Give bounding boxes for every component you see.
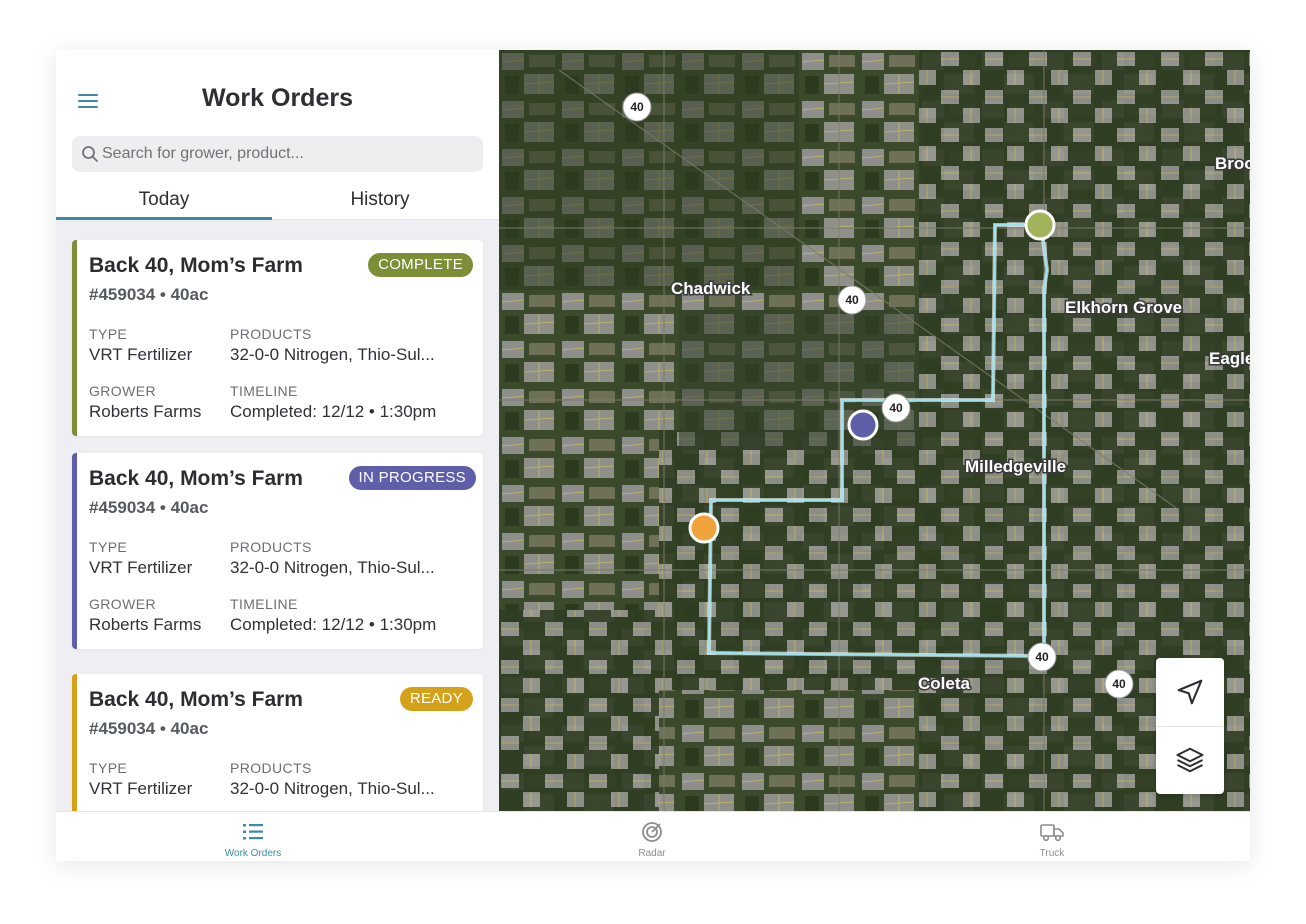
truck-icon — [1040, 824, 1064, 842]
svg-text:40: 40 — [889, 401, 903, 415]
grower-value: Roberts Farms — [89, 402, 202, 421]
type-value: VRT Fertilizer — [89, 779, 193, 798]
type-value: VRT Fertilizer — [89, 345, 193, 364]
radar-icon — [642, 822, 662, 842]
locate-icon — [1177, 679, 1203, 705]
work-order-card-ready[interactable]: Back 40, Mom’s Farm READY #459034 • 40ac… — [72, 674, 483, 811]
grower-value: Roberts Farms — [89, 615, 202, 634]
complete-marker[interactable] — [1024, 209, 1056, 241]
timeline-label: TIMELINE — [230, 596, 298, 612]
products-label: PRODUCTS — [230, 539, 312, 555]
order-number: #459034 • 40ac — [89, 719, 209, 738]
grower-label: GROWER — [89, 596, 156, 612]
nav-label: Radar — [638, 848, 666, 859]
timeline-value: Completed: 12/12 • 1:30pm — [230, 615, 437, 634]
search-bar[interactable] — [72, 136, 483, 172]
nav-truck[interactable]: Truck — [952, 812, 1152, 861]
tab-today[interactable]: Today — [56, 180, 272, 220]
nav-label: Work Orders — [224, 848, 282, 859]
svg-text:40: 40 — [630, 100, 644, 114]
in-progress-marker[interactable] — [847, 409, 879, 441]
products-value: 32-0-0 Nitrogen, Thio-Sul... — [230, 558, 435, 577]
card-title: Back 40, Mom’s Farm — [89, 467, 303, 490]
satellite-map[interactable]: Chadwick Elkhorn Grove Eagle Brook Mille… — [499, 50, 1250, 811]
status-badge: COMPLETE — [368, 253, 473, 277]
products-value: 32-0-0 Nitrogen, Thio-Sul... — [230, 779, 435, 798]
nav-label: Truck — [1039, 848, 1065, 859]
layers-icon — [1176, 747, 1204, 773]
work-order-card-complete[interactable]: Back 40, Mom’s Farm COMPLETE #459034 • 4… — [72, 240, 483, 436]
status-badge: IN PROGRESS — [348, 466, 476, 490]
svg-text:40: 40 — [1035, 650, 1049, 664]
search-icon — [82, 146, 98, 162]
town-label-eagle: Eagle — [1209, 349, 1250, 368]
search-input[interactable] — [102, 136, 472, 172]
route-shield: 40 — [1027, 642, 1057, 672]
timeline-label: TIMELINE — [230, 383, 298, 399]
status-stripe — [72, 674, 77, 811]
route-shield: 40 — [837, 285, 867, 315]
order-number: #459034 • 40ac — [89, 285, 209, 304]
work-orders-panel: Work Orders Today History Back 40, Mom’s… — [56, 50, 499, 811]
order-number: #459034 • 40ac — [89, 498, 209, 517]
town-label-milledgeville: Milledgeville — [965, 457, 1066, 476]
tab-history[interactable]: History — [272, 180, 488, 220]
products-label: PRODUCTS — [230, 760, 312, 776]
status-stripe — [72, 240, 77, 436]
svg-text:40: 40 — [1112, 677, 1126, 691]
type-label: TYPE — [89, 539, 128, 555]
locate-button[interactable] — [1156, 658, 1224, 726]
svg-text:40: 40 — [845, 293, 859, 307]
town-label-elkhorn-grove: Elkhorn Grove — [1065, 298, 1182, 317]
status-badge: READY — [399, 687, 473, 711]
card-title: Back 40, Mom’s Farm — [89, 254, 303, 277]
route-shield: 40 — [1104, 669, 1134, 699]
nav-radar[interactable]: Radar — [552, 812, 752, 861]
bottom-nav: Work Orders Radar Truck — [56, 811, 1250, 861]
ready-marker[interactable] — [688, 512, 720, 544]
map-view[interactable]: Chadwick Elkhorn Grove Eagle Brook Mille… — [499, 50, 1250, 811]
card-title: Back 40, Mom’s Farm — [89, 688, 303, 711]
type-label: TYPE — [89, 760, 128, 776]
town-label-coleta: Coleta — [918, 674, 971, 693]
products-label: PRODUCTS — [230, 326, 312, 342]
type-value: VRT Fertilizer — [89, 558, 193, 577]
timeline-value: Completed: 12/12 • 1:30pm — [230, 402, 437, 421]
layers-button[interactable] — [1156, 726, 1224, 794]
status-stripe — [72, 453, 77, 649]
town-label-brook: Brook — [1215, 154, 1250, 173]
map-controls — [1156, 658, 1224, 794]
tab-bar: Today History — [56, 180, 499, 220]
nav-work-orders[interactable]: Work Orders — [153, 812, 353, 861]
panel-header: Work Orders Today History — [56, 50, 499, 220]
route-shield: 40 — [881, 393, 911, 423]
town-label-chadwick: Chadwick — [671, 279, 751, 298]
grower-label: GROWER — [89, 383, 156, 399]
list-icon — [243, 824, 263, 840]
type-label: TYPE — [89, 326, 128, 342]
products-value: 32-0-0 Nitrogen, Thio-Sul... — [230, 345, 435, 364]
route-shield: 40 — [622, 92, 652, 122]
app-window: Work Orders Today History Back 40, Mom’s… — [56, 50, 1250, 861]
work-order-card-in-progress[interactable]: Back 40, Mom’s Farm IN PROGRESS #459034 … — [72, 453, 483, 649]
page-title: Work Orders — [202, 84, 353, 112]
